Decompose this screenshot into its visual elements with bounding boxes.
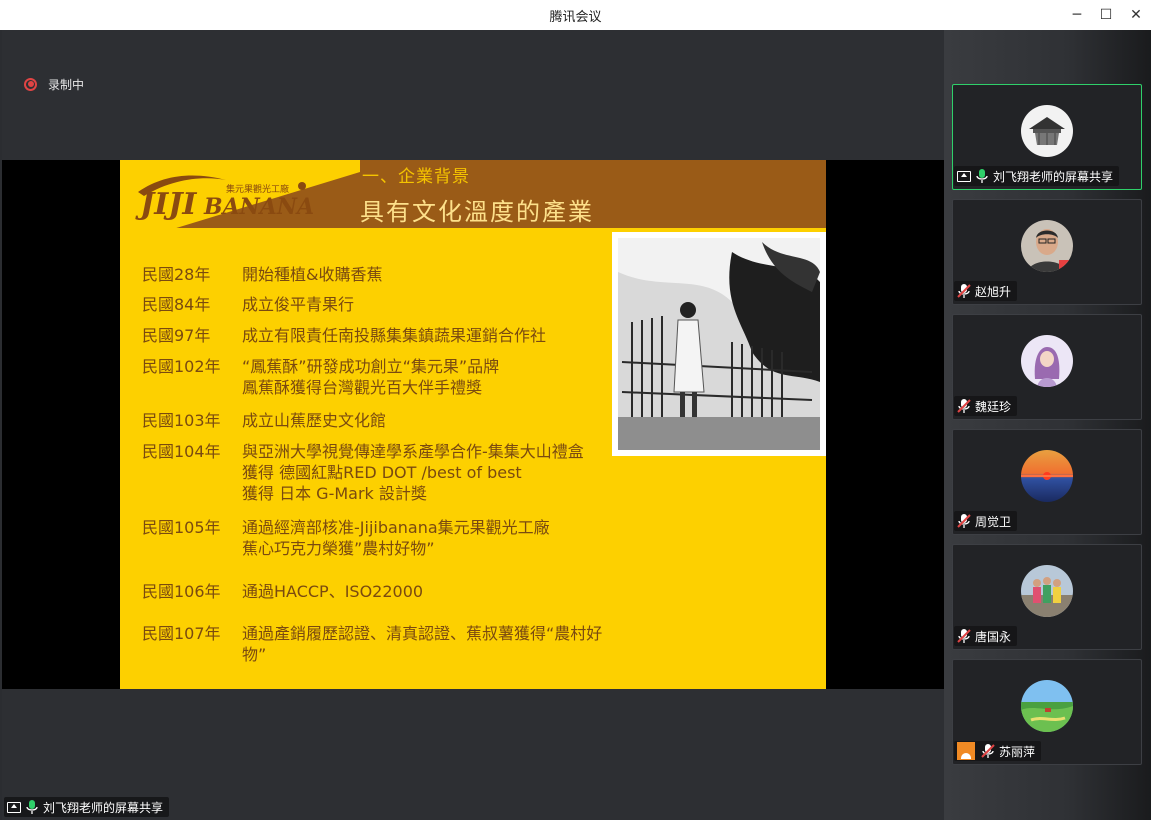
screen-share-label: 刘飞翔老师的屏幕共享 — [43, 800, 164, 815]
participant-tile[interactable]: 魏廷珍 — [952, 314, 1142, 420]
participant-tile[interactable]: 周觉卫 — [952, 429, 1142, 535]
group-photo-avatar — [1021, 565, 1073, 617]
recording-indicator[interactable]: 录制中 — [24, 76, 84, 92]
participants-sidebar: 刘飞翔老师的屏幕共享 赵旭升 魏廷珍 周觉卫 唐国永 苏丽萍 — [944, 30, 1151, 820]
timeline-desc: “鳳蕉酥”研發成功創立“集元果”品牌 — [242, 357, 500, 376]
participant-name: 刘飞翔老师的屏幕共享 — [993, 169, 1114, 184]
recording-label: 录制中 — [48, 77, 85, 92]
timeline-desc: 蕉心巧克力榮獲”農村好物” — [242, 539, 435, 558]
participant-name: 唐国永 — [975, 629, 1012, 644]
svg-text:BANANA: BANANA — [203, 194, 314, 220]
timeline-year: 民國28年 — [142, 265, 211, 284]
svg-text:集元果觀光工廠: 集元果觀光工廠 — [226, 183, 289, 195]
timeline-year: 民國84年 — [142, 295, 211, 314]
timeline-desc: 成立俊平青果行 — [242, 295, 355, 314]
timeline-desc: 鳳蕉酥獲得台灣觀光百大伴手禮獎 — [242, 378, 483, 397]
timeline-year: 民國107年 — [142, 624, 221, 643]
mic-muted-icon — [981, 744, 995, 758]
sunset-avatar — [1021, 450, 1073, 502]
participant-name: 赵旭升 — [975, 284, 1012, 299]
participant-tile[interactable]: 唐国永 — [952, 544, 1142, 650]
mic-muted-icon — [957, 629, 971, 643]
jiji-banana-logo: JIJI BANANA 集元果觀光工廠 — [135, 175, 314, 222]
screen-share-name-tag[interactable]: 刘飞翔老师的屏幕共享 — [4, 797, 170, 817]
screen-share-icon — [7, 801, 21, 813]
mic-on-icon — [976, 169, 988, 183]
timeline-year: 民國105年 — [142, 518, 221, 537]
timeline-desc: 通過產銷履歷認證、清真認證、蕉叔薯獲得“農村好 — [242, 624, 603, 643]
timeline-year: 民國106年 — [142, 582, 221, 601]
participant-name-tag: 刘飞翔老师的屏幕共享 — [954, 166, 1120, 186]
self-user-icon — [957, 742, 975, 760]
timeline-desc: 獲得 德國紅點RED DOT /best of best — [242, 463, 522, 482]
participant-name-tag: 唐国永 — [954, 626, 1018, 646]
window-titlebar: 腾讯会议 ─ ☐ ✕ — [0, 0, 1151, 30]
timeline-desc: 獲得 日本 G-Mark 設計獎 — [242, 484, 427, 503]
minimize-button[interactable]: ─ — [1063, 4, 1091, 26]
timeline-desc: 通過經濟部核准-Jijibanana集元果觀光工廠 — [242, 518, 550, 537]
participant-tile[interactable]: 苏丽萍 — [952, 659, 1142, 765]
timeline-desc: 通過HACCP、ISO22000 — [242, 582, 424, 601]
screen-share-view: JIJI BANANA 集元果觀光工廠 一、企業背景 具有文化溫度的產業 民國2… — [2, 160, 944, 689]
participant-name: 苏丽萍 — [999, 744, 1036, 759]
slide-title: 具有文化溫度的產業 — [360, 198, 594, 226]
main-stage: 录制中 JIJI BANANA 集元果觀光工廠 一、企業背景 具有文化溫度的產業 — [2, 30, 944, 820]
mic-muted-icon — [957, 399, 971, 413]
participant-name-tag: 魏廷珍 — [954, 396, 1018, 416]
participant-name-tag: 苏丽萍 — [954, 741, 1042, 761]
timeline-desc: 物” — [242, 645, 267, 664]
close-button[interactable]: ✕ — [1122, 4, 1150, 26]
mic-on-icon — [26, 800, 38, 814]
man-portrait-avatar — [1021, 220, 1073, 272]
window-title: 腾讯会议 — [549, 10, 602, 25]
timeline-year: 民國102年 — [142, 357, 221, 376]
participant-name-tag: 周觉卫 — [954, 511, 1018, 531]
mic-muted-icon — [957, 284, 971, 298]
timeline-year: 民國103年 — [142, 411, 221, 430]
timeline-year: 民國104年 — [142, 442, 221, 461]
historic-photo — [612, 232, 826, 456]
participant-tile[interactable]: 赵旭升 — [952, 199, 1142, 305]
record-icon — [24, 77, 37, 91]
timeline-year: 民國97年 — [142, 326, 211, 345]
slide-section-label: 一、企業背景 — [362, 167, 470, 187]
svg-text:JIJI: JIJI — [135, 187, 197, 222]
timeline-desc: 成立有限責任南投縣集集鎮蔬果運銷合作社 — [242, 326, 547, 345]
girl-illustration-avatar — [1021, 335, 1073, 387]
participant-tile[interactable]: 刘飞翔老师的屏幕共享 — [952, 84, 1142, 190]
participant-name: 周觉卫 — [975, 514, 1012, 529]
screen-share-icon — [957, 170, 971, 182]
timeline-desc: 與亞洲大學視覺傳達學系產學合作-集集大山禮盒 — [242, 442, 584, 461]
landscape-avatar — [1021, 680, 1073, 732]
presentation-slide: JIJI BANANA 集元果觀光工廠 一、企業背景 具有文化溫度的產業 民國2… — [120, 160, 826, 689]
timeline-desc: 成立山蕉歷史文化館 — [242, 411, 387, 430]
mic-muted-icon — [957, 514, 971, 528]
timeline-desc: 開始種植&收購香蕉 — [242, 265, 383, 284]
participant-name: 魏廷珍 — [975, 399, 1012, 414]
participant-name-tag: 赵旭升 — [954, 281, 1018, 301]
temple-sketch-avatar — [1021, 105, 1073, 157]
maximize-button[interactable]: ☐ — [1092, 4, 1120, 26]
